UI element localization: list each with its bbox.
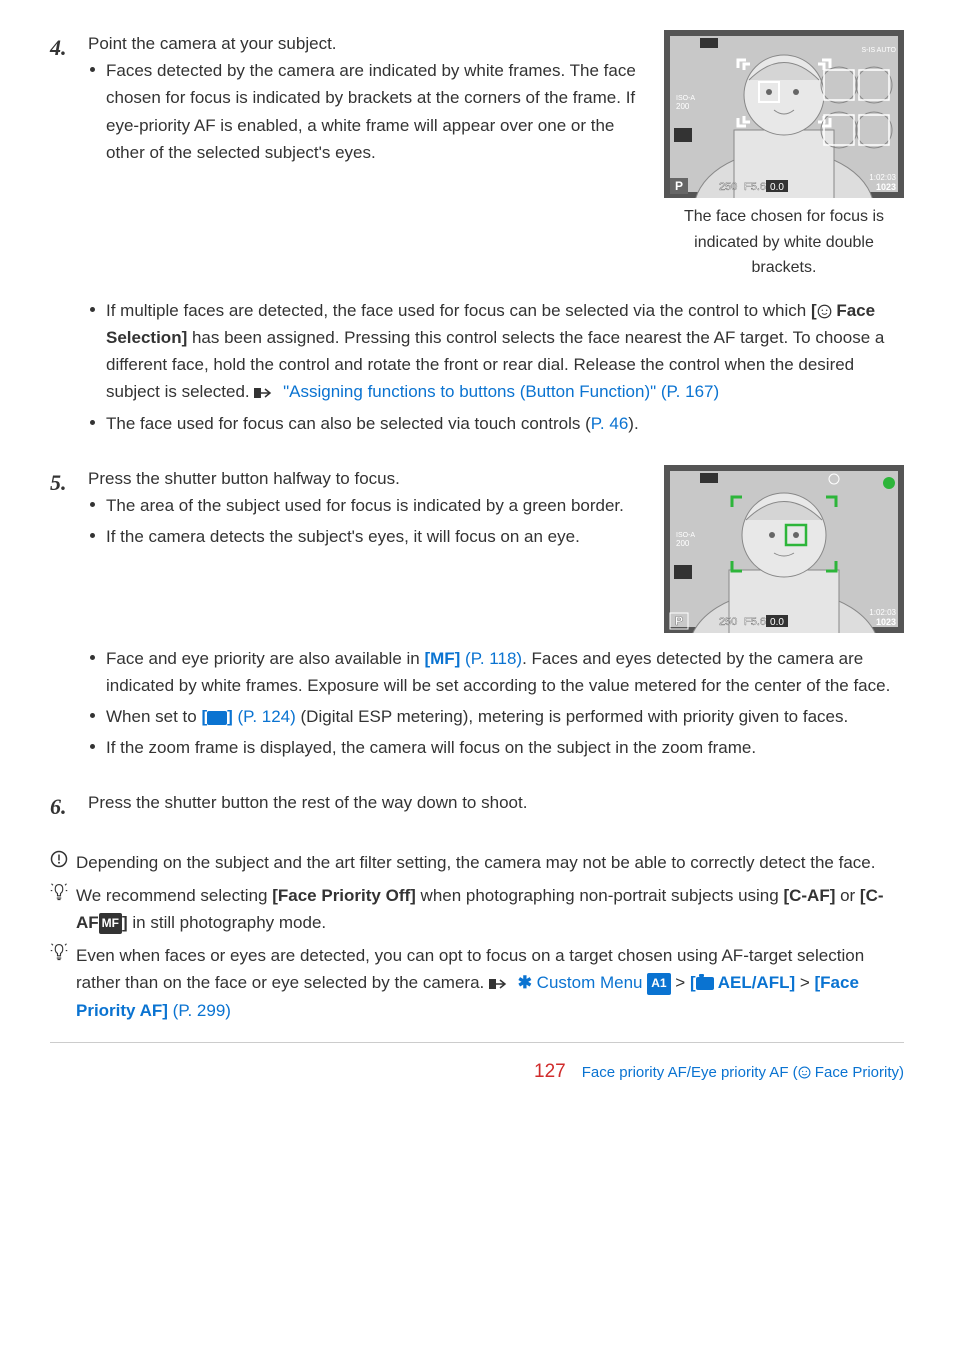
divider: [50, 1042, 904, 1043]
svg-text:0.0: 0.0: [770, 617, 784, 628]
svg-text:F5.6: F5.6: [744, 616, 766, 628]
bullet-item: The area of the subject used for focus i…: [88, 492, 646, 519]
svg-text:1023: 1023: [876, 617, 896, 627]
svg-text:250: 250: [719, 616, 737, 628]
gear-icon: ✱: [518, 973, 532, 992]
step5-bullets-2: Face and eye priority are also available…: [88, 645, 904, 762]
step-intro: Press the shutter button the rest of the…: [88, 789, 904, 816]
bullet-item: Faces detected by the camera are indicat…: [88, 57, 646, 166]
page-number: 127: [534, 1057, 566, 1087]
bullet-item: If the zoom frame is displayed, the came…: [88, 734, 904, 761]
assigning-functions-link[interactable]: "Assigning functions to buttons (Button …: [283, 382, 719, 401]
svg-text:0.0: 0.0: [770, 182, 784, 193]
tip-icon: [50, 942, 70, 1024]
svg-text:200: 200: [676, 102, 690, 111]
footer: 127 Face priority AF/Eye priority AF ( F…: [50, 1057, 904, 1087]
bullet-item: The face used for focus can also be sele…: [88, 410, 904, 437]
mf-link[interactable]: [MF] (P. 118): [424, 649, 522, 668]
svg-text:250: 250: [719, 181, 737, 193]
step-number: 5.: [50, 465, 72, 766]
step-intro: Press the shutter button halfway to focu…: [88, 465, 646, 492]
svg-text:S-IS AUTO: S-IS AUTO: [862, 47, 897, 54]
step-intro: Point the camera at your subject.: [88, 30, 646, 57]
pointer-icon: [489, 977, 513, 991]
note-1: Depending on the subject and the art fil…: [50, 849, 904, 876]
camera-icon: [696, 977, 714, 990]
footer-topic-link[interactable]: Face priority AF/Eye priority AF ( Face …: [582, 1061, 904, 1085]
step-number: 4.: [50, 30, 72, 441]
esp-metering-icon: [207, 711, 227, 725]
svg-text:1023: 1023: [876, 182, 896, 192]
face-icon: [798, 1066, 811, 1079]
notes: Depending on the subject and the art fil…: [50, 849, 904, 1024]
mf-badge: MF: [99, 913, 122, 934]
note-2: We recommend selecting [Face Priority Of…: [50, 882, 904, 936]
p46-link[interactable]: P. 46: [591, 414, 629, 433]
note-3: Even when faces or eyes are detected, yo…: [50, 942, 904, 1024]
svg-text:1:02:03: 1:02:03: [869, 608, 896, 617]
step4-bullets-2: If multiple faces are detected, the face…: [88, 297, 904, 437]
svg-text:P: P: [675, 614, 683, 628]
svg-text:1:02:03: 1:02:03: [869, 173, 896, 182]
figure-2: P 250 F5.6 0.0 ISO-A 200 1:02:03 1023: [664, 465, 904, 633]
step-6: 6. Press the shutter button the rest of …: [50, 789, 904, 824]
step-5: 5. Press the shutter button halfway to f…: [50, 465, 904, 766]
pointer-icon: [254, 386, 278, 400]
step-number: 6.: [50, 789, 72, 824]
svg-text:P: P: [675, 179, 683, 193]
svg-text:200: 200: [676, 539, 690, 548]
ael-afl-link[interactable]: [ AEL/AFL]: [690, 973, 795, 992]
metering-link[interactable]: [] (P. 124): [201, 707, 295, 726]
bullet-item: If multiple faces are detected, the face…: [88, 297, 904, 406]
camera-display-2: P 250 F5.6 0.0 ISO-A 200 1:02:03 1023: [664, 465, 904, 633]
bullet-item: Face and eye priority are also available…: [88, 645, 904, 699]
bullet-item: When set to [] (P. 124) (Digital ESP met…: [88, 703, 904, 730]
step5-bullets-1: The area of the subject used for focus i…: [88, 492, 646, 550]
bullet-item: If the camera detects the subject's eyes…: [88, 523, 646, 550]
face-icon: [817, 304, 832, 319]
custom-menu-link[interactable]: ✱ Custom Menu A1: [518, 973, 671, 992]
step-4: 4. Point the camera at your subject. Fac…: [50, 30, 904, 441]
svg-text:F5.6: F5.6: [744, 181, 766, 193]
figure-1-caption: The face chosen for focus is indicated b…: [664, 204, 904, 281]
caution-icon: [50, 849, 70, 876]
camera-display-1: P 250 F5.6 0.0 ISO-A 200 1:02:03 1023 S-…: [664, 30, 904, 198]
tip-icon: [50, 882, 70, 936]
step4-bullets-1: Faces detected by the camera are indicat…: [88, 57, 646, 166]
figure-1: P 250 F5.6 0.0 ISO-A 200 1:02:03 1023 S-…: [664, 30, 904, 281]
svg-text:ISO-A: ISO-A: [676, 532, 695, 539]
svg-text:ISO-A: ISO-A: [676, 95, 695, 102]
a1-badge: A1: [647, 973, 670, 994]
